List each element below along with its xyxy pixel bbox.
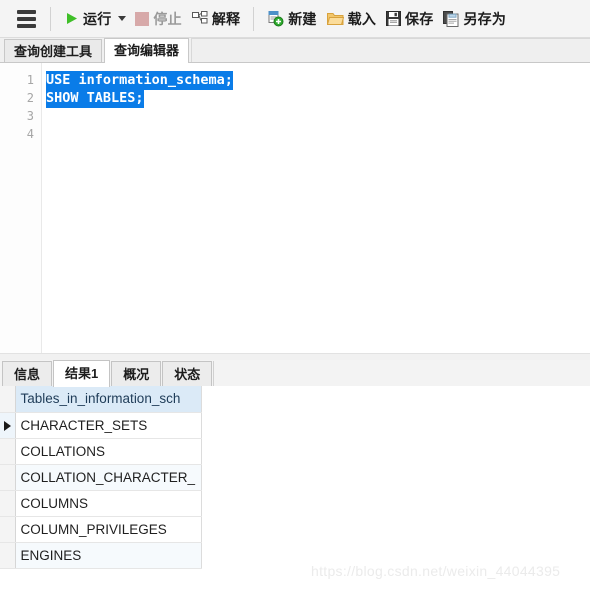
table-row[interactable]: CHARACTER_SETS bbox=[0, 412, 202, 439]
load-button-label: 载入 bbox=[347, 10, 377, 27]
editor-code-area[interactable]: USE information_schema; SHOW TABLES; bbox=[42, 63, 590, 353]
tab-result-1[interactable]: 结果1 bbox=[53, 360, 111, 387]
editor-line-number-gutter: 1 2 3 4 bbox=[0, 63, 42, 353]
row-marker-cell[interactable] bbox=[0, 464, 16, 491]
tab-query-editor[interactable]: 查询编辑器 bbox=[104, 38, 190, 63]
new-button[interactable]: 新建 bbox=[262, 6, 321, 32]
code-line: USE information_schema; bbox=[46, 71, 590, 90]
current-row-marker-icon bbox=[3, 420, 11, 431]
table-row[interactable]: COLLATION_CHARACTER_ bbox=[0, 464, 202, 491]
code-line-text: USE information_schema; bbox=[46, 71, 233, 90]
stop-button-label: 停止 bbox=[153, 10, 182, 27]
stop-square-icon bbox=[135, 11, 150, 26]
row-marker-cell[interactable] bbox=[0, 412, 16, 439]
table-cell-value[interactable]: COLUMNS bbox=[15, 490, 202, 517]
hamburger-bar bbox=[16, 9, 36, 14]
row-marker-cell[interactable] bbox=[0, 490, 16, 517]
tab-strip-filler bbox=[191, 38, 590, 62]
save-button-label: 保存 bbox=[405, 10, 434, 27]
explain-button-label: 解释 bbox=[211, 10, 241, 27]
table-header-row: Tables_in_information_sch bbox=[0, 386, 202, 413]
new-document-icon bbox=[268, 10, 284, 26]
tab-query-builder[interactable]: 查询创建工具 bbox=[4, 39, 103, 62]
run-button[interactable]: 运行 bbox=[59, 6, 116, 32]
tab-status[interactable]: 状态 bbox=[162, 361, 213, 386]
main-toolbar: 运行 停止 解释 新建 载入 保存 另存为 bbox=[0, 0, 590, 38]
editor-tab-strip: 查询创建工具 查询编辑器 bbox=[0, 38, 590, 63]
explain-plan-icon bbox=[191, 11, 208, 24]
row-marker-cell[interactable] bbox=[0, 438, 16, 465]
save-as-icon bbox=[443, 10, 459, 27]
line-number: 3 bbox=[26, 109, 34, 123]
code-line-text: SHOW TABLES; bbox=[46, 89, 144, 108]
table-row[interactable]: COLUMNS bbox=[0, 490, 202, 517]
tab-info[interactable]: 信息 bbox=[2, 361, 53, 386]
open-folder-icon bbox=[326, 12, 344, 25]
row-marker-header bbox=[0, 386, 16, 413]
toolbar-separator bbox=[253, 6, 255, 31]
results-tab-strip-filler bbox=[213, 361, 590, 386]
table-row[interactable]: ENGINES bbox=[0, 542, 202, 569]
result-grid[interactable]: Tables_in_information_sch CHARACTER_SETS… bbox=[0, 386, 590, 593]
hamburger-bar bbox=[16, 16, 36, 21]
floppy-disk-icon bbox=[386, 11, 402, 26]
code-line: SHOW TABLES; bbox=[46, 89, 590, 108]
row-marker-cell[interactable] bbox=[0, 516, 16, 543]
table-row[interactable]: COLUMN_PRIVILEGES bbox=[0, 516, 202, 543]
tab-profile[interactable]: 概况 bbox=[111, 361, 162, 386]
results-tab-strip: 信息 结果1 概况 状态 bbox=[0, 360, 590, 387]
hamburger-menu-icon[interactable] bbox=[10, 4, 42, 34]
line-number: 1 bbox=[26, 73, 34, 87]
table-cell-value[interactable]: COLLATION_CHARACTER_ bbox=[15, 464, 202, 491]
load-button[interactable]: 载入 bbox=[322, 6, 381, 32]
run-dropdown-chevron-down-icon[interactable] bbox=[118, 16, 127, 21]
new-button-label: 新建 bbox=[288, 10, 317, 27]
editor-bottom-divider bbox=[0, 353, 590, 360]
stop-button[interactable]: 停止 bbox=[130, 6, 186, 32]
save-button[interactable]: 保存 bbox=[381, 6, 438, 32]
sql-editor[interactable]: 1 2 3 4 USE information_schema; SHOW TAB… bbox=[0, 63, 590, 353]
line-number: 4 bbox=[26, 127, 34, 141]
save-as-button[interactable]: 另存为 bbox=[438, 6, 511, 32]
result-grid-table: Tables_in_information_sch CHARACTER_SETS… bbox=[0, 386, 202, 569]
table-cell-value[interactable]: CHARACTER_SETS bbox=[15, 412, 202, 439]
table-cell-value[interactable]: COLLATIONS bbox=[15, 438, 202, 465]
play-triangle-icon bbox=[67, 13, 77, 24]
hamburger-bar bbox=[16, 23, 36, 28]
table-cell-value[interactable]: ENGINES bbox=[15, 542, 202, 569]
explain-button[interactable]: 解释 bbox=[187, 6, 245, 32]
table-cell-value[interactable]: COLUMN_PRIVILEGES bbox=[15, 516, 202, 543]
toolbar-separator bbox=[50, 6, 51, 31]
table-row[interactable]: COLLATIONS bbox=[0, 438, 202, 465]
row-marker-cell[interactable] bbox=[0, 542, 16, 569]
column-header-tables-in-information-schema[interactable]: Tables_in_information_sch bbox=[15, 386, 202, 413]
run-button-label: 运行 bbox=[83, 10, 112, 27]
line-number: 2 bbox=[26, 91, 34, 105]
save-as-button-label: 另存为 bbox=[463, 10, 507, 27]
